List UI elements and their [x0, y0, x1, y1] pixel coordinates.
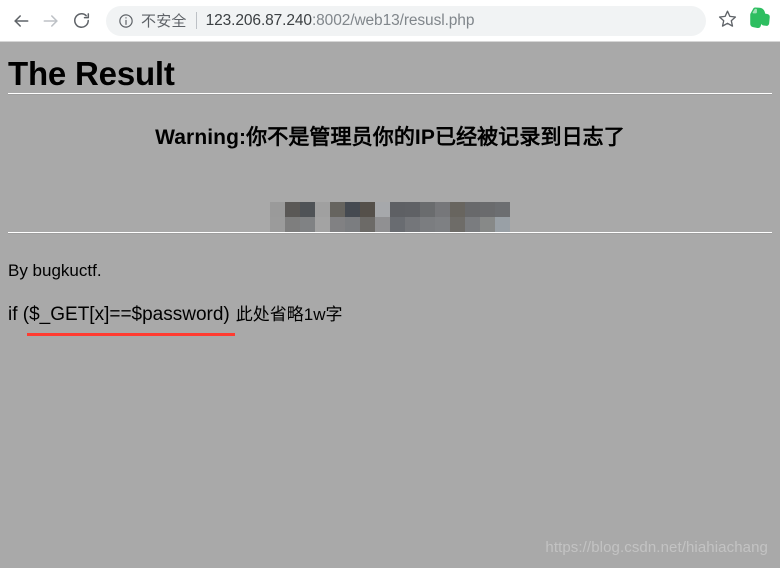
mosaic-cell-0-9	[405, 202, 420, 218]
mosaic-cell-0-2	[300, 202, 315, 218]
security-status-label: 不安全	[141, 13, 187, 30]
back-button[interactable]	[6, 6, 36, 36]
mosaic-cell-1-11	[435, 217, 450, 233]
mosaic-cell-0-0	[270, 202, 285, 218]
page-title: The Result	[8, 55, 175, 92]
address-bar[interactable]: 不安全 123.206.87.240:8002/web13/resusl.php	[106, 5, 706, 36]
bookmark-star-icon	[718, 9, 737, 33]
url-text: 123.206.87.240:8002/web13/resusl.php	[206, 12, 704, 30]
code-comment: 此处省略1w字	[235, 305, 343, 325]
mosaic-cell-1-3	[315, 217, 330, 233]
mosaic-cell-0-5	[345, 202, 360, 218]
mosaic-cell-0-7	[375, 202, 390, 218]
mosaic-cell-0-14	[480, 202, 495, 218]
mosaic-cell-0-1	[285, 202, 300, 218]
mosaic-cell-1-5	[345, 217, 360, 233]
warning-message: Warning:你不是管理员你的IP已经被记录到日志了	[155, 125, 625, 149]
evernote-extension-icon	[746, 6, 772, 36]
mosaic-cell-1-9	[405, 217, 420, 233]
reload-icon	[72, 11, 91, 30]
mosaic-cell-1-15	[495, 217, 510, 233]
mosaic-cell-1-6	[360, 217, 375, 233]
mosaic-cell-1-0	[270, 217, 285, 233]
mosaic-cell-0-15	[495, 202, 510, 218]
url-path: :8002/web13/resusl.php	[311, 11, 475, 29]
mosaic-cell-0-11	[435, 202, 450, 218]
mosaic-cell-0-4	[330, 202, 345, 218]
mosaic-cell-0-12	[450, 202, 465, 218]
back-arrow-icon	[11, 11, 31, 31]
redacted-mosaic-block	[270, 202, 510, 233]
mosaic-cell-1-12	[450, 217, 465, 233]
url-host: 123.206.87.240	[205, 11, 312, 29]
bookmark-button[interactable]	[712, 6, 742, 36]
mosaic-cell-1-10	[420, 217, 435, 233]
redacted-block-container	[8, 151, 772, 233]
mosaic-cell-1-7	[375, 217, 390, 233]
mosaic-cell-0-10	[420, 202, 435, 218]
info-circle-icon[interactable]	[118, 13, 134, 29]
reload-button[interactable]	[66, 6, 96, 36]
mosaic-cell-1-8	[390, 217, 405, 233]
mosaic-cell-0-3	[315, 202, 330, 218]
forward-arrow-icon	[41, 11, 61, 31]
mosaic-cell-1-2	[300, 217, 315, 233]
mosaic-cell-0-13	[465, 202, 480, 218]
watermark-text: https://blog.csdn.net/hiahiachang	[545, 539, 768, 556]
code-snippet: if ($_GET[x]==$password)	[8, 303, 235, 336]
omnibox-divider	[195, 12, 197, 29]
mosaic-cell-1-1	[285, 217, 300, 233]
forward-button[interactable]	[36, 6, 66, 36]
mosaic-cell-0-6	[360, 202, 375, 218]
mosaic-cell-0-8	[390, 202, 405, 218]
mosaic-cell-1-14	[480, 217, 495, 233]
code-hint-line: if ($_GET[x]==$password) 此处省略1w字	[8, 282, 772, 336]
browser-toolbar: 不安全 123.206.87.240:8002/web13/resusl.php	[0, 0, 780, 41]
mosaic-cell-1-13	[465, 217, 480, 233]
mosaic-cell-1-4	[330, 217, 345, 233]
byline-text: By bugkuctf.	[8, 261, 102, 281]
page-content: The Result Warning:你不是管理员你的IP已经被记录到日志了 B…	[0, 42, 780, 568]
extension-button[interactable]	[746, 6, 774, 36]
